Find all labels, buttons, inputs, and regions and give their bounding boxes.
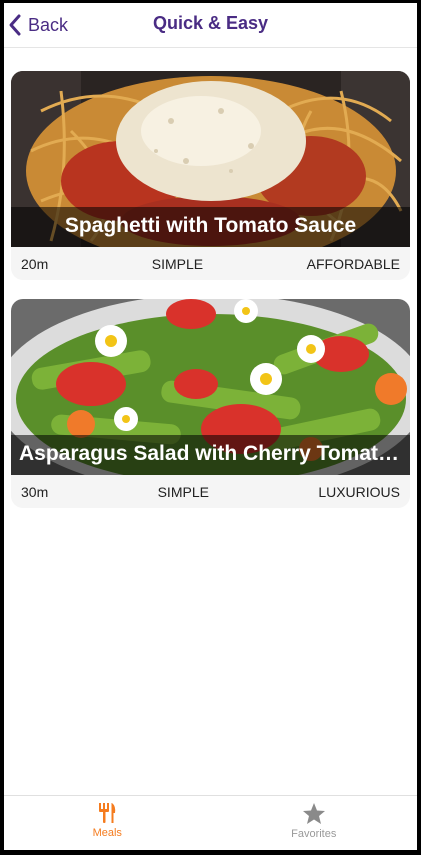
- meal-card[interactable]: Asparagus Salad with Cherry Tomatoes 30m…: [11, 299, 410, 508]
- meal-title: Spaghetti with Tomato Sauce: [64, 214, 357, 237]
- meal-image-asparagus-salad: Asparagus Salad with Cherry Tomatoes: [11, 299, 410, 475]
- bottom-tab-bar: Meals Favorites: [4, 795, 417, 850]
- page-title: Quick & Easy: [152, 13, 269, 33]
- meal-affordability: LUXURIOUS: [318, 483, 400, 500]
- tab-favorites[interactable]: Favorites: [211, 796, 418, 850]
- star-icon: [302, 803, 325, 824]
- tab-favorites-label: Favorites: [291, 828, 337, 840]
- meal-details: 30m SIMPLE LUXURIOUS: [11, 475, 410, 508]
- app-screen: Back Quick & Easy Spaghetti with Tomato …: [4, 3, 417, 850]
- meal-title-overlay: Asparagus Salad with Cherry Tomatoes: [11, 435, 410, 475]
- meal-complexity: SIMPLE: [157, 483, 209, 500]
- meal-duration: 30m: [21, 483, 49, 500]
- meal-complexity: SIMPLE: [151, 255, 204, 272]
- meal-card[interactable]: Spaghetti with Tomato Sauce 20m SIMPLE A…: [11, 71, 410, 280]
- navigation-header: Back Quick & Easy: [4, 3, 417, 48]
- meal-list[interactable]: Spaghetti with Tomato Sauce 20m SIMPLE A…: [11, 71, 410, 527]
- meal-image-spaghetti: Spaghetti with Tomato Sauce: [11, 71, 410, 247]
- meal-affordability: AFFORDABLE: [306, 255, 400, 272]
- meal-duration: 20m: [21, 255, 49, 272]
- meal-title-overlay: Spaghetti with Tomato Sauce: [11, 207, 410, 247]
- meal-title: Asparagus Salad with Cherry Tomatoes: [19, 442, 410, 465]
- utensils-icon: [99, 803, 116, 823]
- tab-meals[interactable]: Meals: [4, 796, 211, 850]
- tab-meals-label: Meals: [92, 827, 122, 839]
- meal-details: 20m SIMPLE AFFORDABLE: [11, 247, 410, 280]
